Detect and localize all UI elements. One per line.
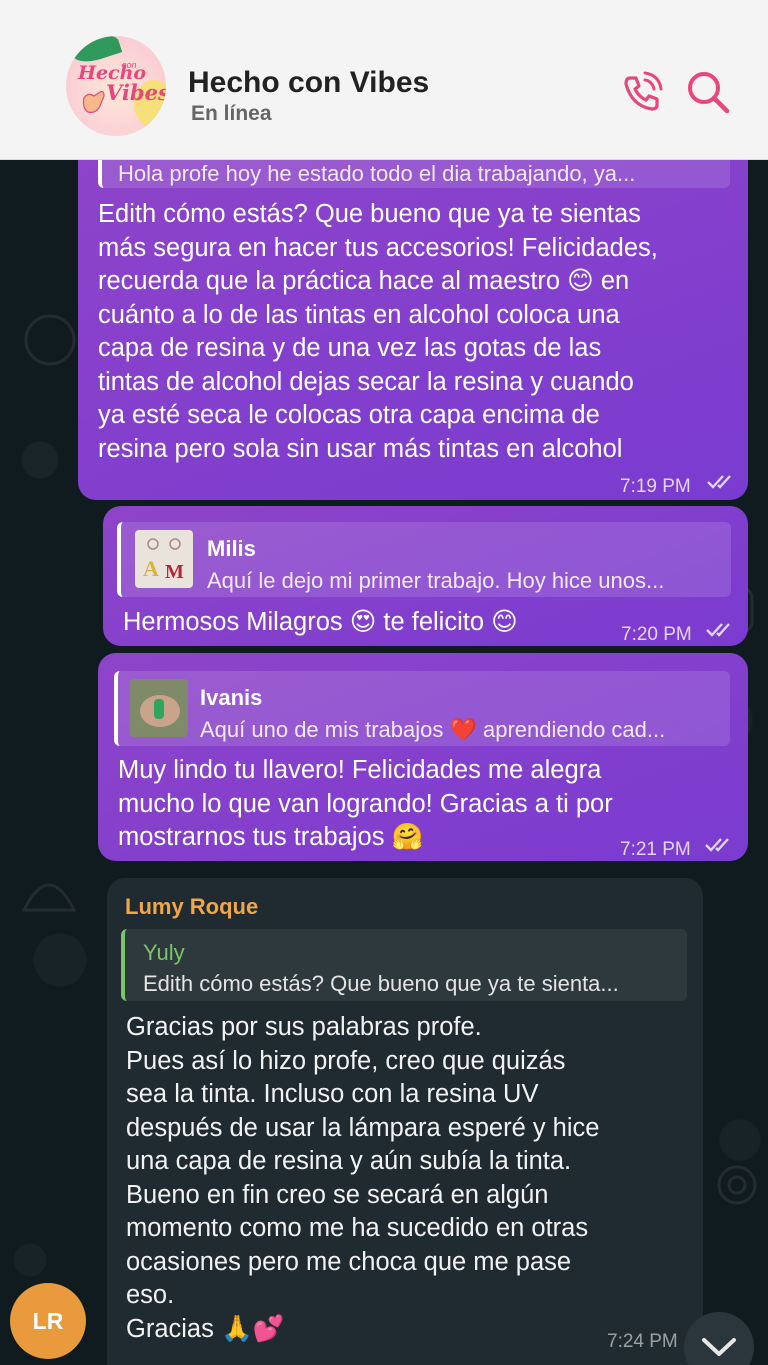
reply-thumbnail-image: A M <box>135 530 193 588</box>
sender-avatar[interactable]: LR <box>10 1283 86 1359</box>
reply-preview-text: Edith cómo estás? Que bueno que ya te si… <box>143 971 619 996</box>
scroll-down-button[interactable] <box>684 1312 754 1365</box>
reply-preview-text: Hola profe hoy he estado todo el dia tra… <box>118 161 636 186</box>
reply-preview[interactable]: A M Milis Aquí le dejo mi primer trabajo… <box>117 522 731 597</box>
message-bubble-outgoing[interactable]: Ivanis Aquí uno de mis trabajos ❤️ apren… <box>98 653 748 861</box>
doodle-icon <box>21 883 77 912</box>
reply-sender-name: Milis <box>207 536 256 561</box>
reply-preview[interactable]: Yuly Edith cómo estás? Que bueno que ya … <box>121 929 687 1001</box>
chevron-down-icon <box>702 1338 736 1356</box>
message-bubble-outgoing[interactable]: Hola profe hoy he estado todo el dia tra… <box>78 138 748 500</box>
double-check-icon <box>706 623 730 637</box>
message-text: Edith cómo estás? Que bueno que ya te si… <box>98 200 658 463</box>
chat-header: Hecho con Vibes Hecho con Vibes En línea <box>0 0 768 160</box>
message-sender-name[interactable]: Lumy Roque <box>125 890 258 924</box>
message-time: 7:20 PM <box>621 624 692 645</box>
reply-sender-name: Yuly <box>143 940 185 965</box>
reply-sender-name: Ivanis <box>200 685 263 710</box>
doodle-icon <box>717 1165 757 1205</box>
search-icon[interactable] <box>684 68 732 116</box>
double-check-icon <box>705 838 729 852</box>
reply-preview-text: Aquí le dejo mi primer trabajo. Hoy hice… <box>207 568 665 593</box>
phone-call-icon[interactable] <box>618 68 666 116</box>
svg-text:M: M <box>165 561 184 583</box>
hand-heart-icon <box>82 90 105 113</box>
online-status: En línea <box>191 102 272 125</box>
chat-title[interactable]: Hecho con Vibes <box>188 66 429 100</box>
reply-preview-text: Aquí uno de mis trabajos ❤️ aprendiendo … <box>200 717 666 742</box>
svg-text:A: A <box>143 556 159 581</box>
reply-preview[interactable]: Ivanis Aquí uno de mis trabajos ❤️ apren… <box>114 671 730 746</box>
message-time: 7:24 PM <box>607 1331 678 1352</box>
message-time: 7:21 PM <box>620 839 691 860</box>
message-text: Gracias por sus palabras profe. Pues así… <box>126 1013 600 1343</box>
channel-avatar[interactable]: Hecho con Vibes <box>66 36 166 136</box>
message-text: Hermosos Milagros 😍 te felicito 😊 <box>123 608 518 636</box>
message-time: 7:19 PM <box>620 476 691 497</box>
reply-thumbnail-image <box>130 679 188 737</box>
message-bubble-incoming[interactable]: Lumy Roque Yuly Edith cómo estás? Que bu… <box>107 878 703 1365</box>
doodle-icon <box>24 314 76 366</box>
double-check-icon <box>707 475 731 489</box>
message-bubble-outgoing[interactable]: A M Milis Aquí le dejo mi primer trabajo… <box>103 506 748 646</box>
